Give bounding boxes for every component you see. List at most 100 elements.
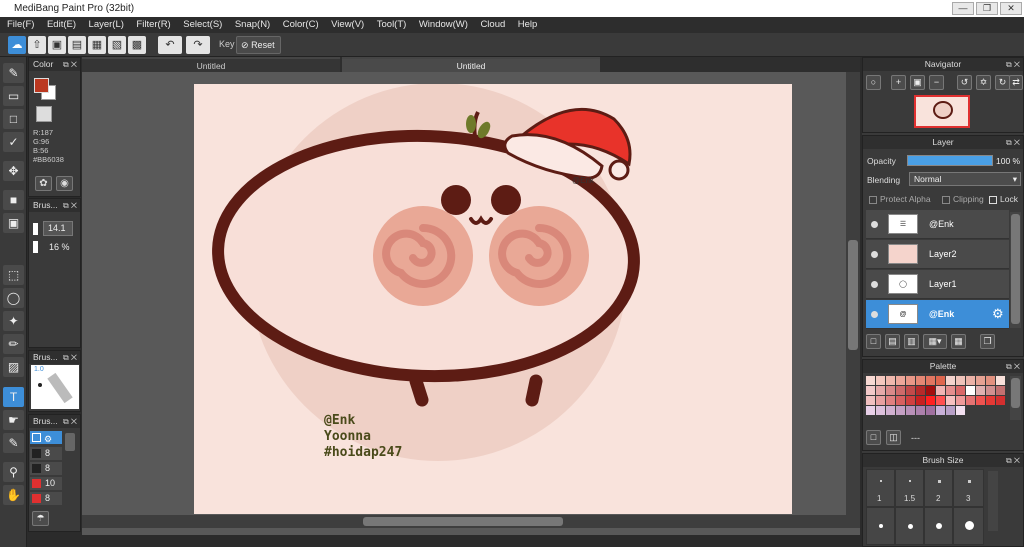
- palette-swatch[interactable]: [936, 406, 945, 415]
- eye-icon[interactable]: [871, 311, 878, 318]
- select-pen-tool-icon[interactable]: ✏: [3, 334, 24, 354]
- palette-swatch[interactable]: [946, 406, 955, 415]
- comment-icon[interactable]: ▣: [48, 36, 66, 54]
- panel-controls-icon[interactable]: ⧉ ✕: [1006, 454, 1020, 467]
- brush-size-cell[interactable]: [866, 507, 895, 545]
- palette-swatch[interactable]: [886, 386, 895, 395]
- folder-icon[interactable]: ▦: [951, 334, 966, 349]
- palette-swatch[interactable]: [906, 406, 915, 415]
- menu-help[interactable]: Help: [518, 17, 538, 33]
- vertical-scrollbar[interactable]: [846, 72, 860, 515]
- palette-swatch[interactable]: [976, 386, 985, 395]
- palette-swatch[interactable]: [936, 386, 945, 395]
- brush-size-field[interactable]: 14.1: [43, 221, 73, 236]
- palette-swatch[interactable]: [976, 376, 985, 385]
- palette-swatch[interactable]: [896, 396, 905, 405]
- redo-icon[interactable]: ↷: [186, 36, 210, 54]
- layer-row[interactable]: ☰ @Enk: [866, 210, 1009, 239]
- palette-swatch[interactable]: [946, 396, 955, 405]
- brush-list-item[interactable]: 8: [30, 462, 62, 475]
- brush-size-cell[interactable]: [924, 507, 953, 545]
- upload-icon[interactable]: ⇧: [28, 36, 46, 54]
- document-icon[interactable]: ▦: [88, 36, 106, 54]
- eye-icon[interactable]: [871, 251, 878, 258]
- palette-swatch[interactable]: [866, 406, 875, 415]
- palette-swatch[interactable]: [906, 386, 915, 395]
- palette-swatch[interactable]: [956, 396, 965, 405]
- manga-icon[interactable]: ▧: [108, 36, 126, 54]
- panel-controls-icon[interactable]: ⧉ ✕: [1006, 360, 1020, 373]
- menu-window[interactable]: Window(W): [419, 17, 468, 33]
- palette-swatch[interactable]: [896, 406, 905, 415]
- menu-cloud[interactable]: Cloud: [480, 17, 505, 33]
- gear-icon[interactable]: ⚙: [44, 434, 52, 444]
- palette-grid[interactable]: [866, 376, 1006, 416]
- brush-size-cell[interactable]: 3: [953, 469, 984, 507]
- lasso-tool-icon[interactable]: ◯: [3, 288, 24, 308]
- palette-wheel-icon[interactable]: ✿: [35, 176, 52, 191]
- panel-controls-icon[interactable]: ⧉ ✕: [1006, 136, 1020, 149]
- palette-swatch[interactable]: [936, 396, 945, 405]
- menu-layer[interactable]: Layer(L): [89, 17, 124, 33]
- navigator-preview[interactable]: [914, 95, 970, 128]
- palette-swatch[interactable]: [986, 386, 995, 395]
- palette-swatch[interactable]: [876, 386, 885, 395]
- palette-swatch[interactable]: [906, 376, 915, 385]
- layer-row-selected[interactable]: @ @Enk ⚙: [866, 300, 1009, 329]
- palette-swatch[interactable]: [926, 406, 935, 415]
- close-icon[interactable]: ✕: [1000, 2, 1022, 15]
- delete-palette-icon[interactable]: ◫: [886, 430, 901, 445]
- restore-icon[interactable]: ❐: [976, 2, 998, 15]
- palette-swatch[interactable]: [966, 376, 975, 385]
- eye-icon[interactable]: [871, 281, 878, 288]
- rotate-left-icon[interactable]: ↺: [957, 75, 972, 90]
- menu-color[interactable]: Color(C): [283, 17, 319, 33]
- menu-file[interactable]: File(F): [7, 17, 34, 33]
- menu-view[interactable]: View(V): [331, 17, 364, 33]
- palette-swatch[interactable]: [886, 396, 895, 405]
- horizontal-scrollbar[interactable]: [82, 515, 860, 528]
- divide-tool-icon[interactable]: ✎: [3, 433, 24, 453]
- vertical-scroll-thumb[interactable]: [848, 240, 858, 350]
- palette-swatch[interactable]: [996, 376, 1005, 385]
- eraser-tool-icon[interactable]: ▭: [3, 86, 24, 106]
- brush-list-item[interactable]: 10: [30, 477, 62, 490]
- reset-button[interactable]: ⊘ Reset: [236, 36, 281, 54]
- panel-controls-icon[interactable]: ⧉ ✕: [63, 199, 77, 212]
- palette-swatch[interactable]: [876, 396, 885, 405]
- rectangle-tool-icon[interactable]: □: [3, 109, 24, 129]
- minimize-icon[interactable]: —: [952, 2, 974, 15]
- palette-scroll-thumb[interactable]: [1011, 378, 1020, 408]
- brush-size-cell[interactable]: 1.5: [895, 469, 924, 507]
- palette-swatch[interactable]: [936, 376, 945, 385]
- palette-swatch[interactable]: [956, 386, 965, 395]
- document-canvas[interactable]: @Enk @Enk Yoonna #hoidap247: [194, 84, 792, 514]
- palette-swatch[interactable]: [876, 376, 885, 385]
- add-halftone-icon[interactable]: ▦▾: [923, 334, 947, 349]
- dot-pen-tool-icon[interactable]: ✓: [3, 132, 24, 152]
- palette-swatch[interactable]: [966, 396, 975, 405]
- layer-row[interactable]: Layer2: [866, 240, 1009, 269]
- zoom-fit-icon[interactable]: ○: [866, 75, 881, 90]
- zoom-in-icon[interactable]: +: [891, 75, 906, 90]
- zoom-out-icon[interactable]: −: [929, 75, 944, 90]
- tab-untitled-2[interactable]: Untitled: [342, 57, 600, 72]
- gradient-tool-icon[interactable]: ▣: [3, 213, 24, 233]
- new-palette-icon[interactable]: □: [866, 430, 881, 445]
- undo-icon[interactable]: ↶: [158, 36, 182, 54]
- grid-icon[interactable]: ▩: [128, 36, 146, 54]
- chat-icon[interactable]: ▤: [68, 36, 86, 54]
- palette-swatch[interactable]: [866, 376, 875, 385]
- palette-swatch[interactable]: [916, 396, 925, 405]
- brush-size-cell[interactable]: 2: [924, 469, 953, 507]
- select-eraser-tool-icon[interactable]: ▨: [3, 357, 24, 377]
- panel-controls-icon[interactable]: ⧉ ✕: [63, 58, 77, 71]
- palette-swatch[interactable]: [866, 396, 875, 405]
- panel-controls-icon[interactable]: ⧉ ✕: [1006, 58, 1020, 71]
- palette-swatch[interactable]: [926, 386, 935, 395]
- operation-tool-icon[interactable]: ☛: [3, 410, 24, 430]
- new-8bit-layer-icon[interactable]: ▤: [885, 334, 900, 349]
- layer-scrollbar[interactable]: [1010, 212, 1021, 328]
- palette-swatch[interactable]: [986, 396, 995, 405]
- reset-rotation-icon[interactable]: ✡: [976, 75, 991, 90]
